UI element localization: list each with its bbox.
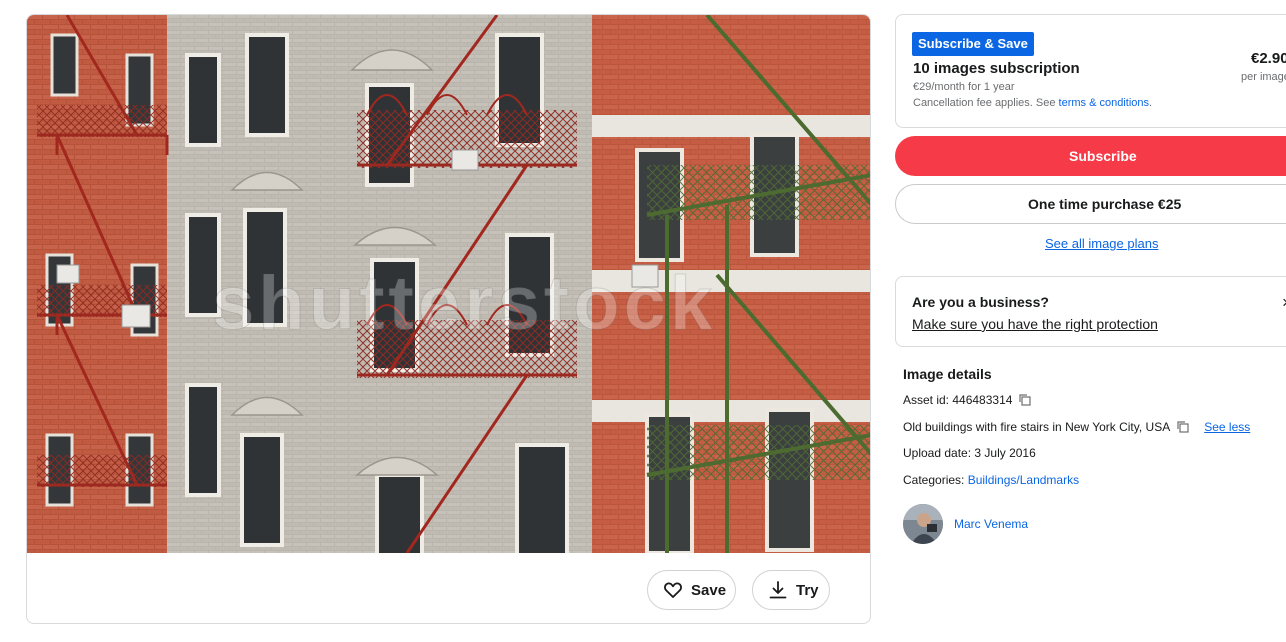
plan-price-unit: per image: [1241, 71, 1286, 83]
contributor[interactable]: Marc Venema: [903, 504, 1028, 544]
business-protection-link[interactable]: Make sure you have the right protection: [912, 316, 1158, 332]
business-title: Are you a business?: [912, 294, 1049, 310]
heart-icon: [664, 582, 682, 598]
plan-subtitle: €29/month for 1 year: [913, 81, 1015, 93]
description-row: Old buildings with fire stairs in New Yo…: [903, 420, 1250, 434]
contributor-name[interactable]: Marc Venema: [954, 517, 1028, 531]
close-icon[interactable]: ×: [1282, 293, 1286, 313]
upload-date-row: Upload date: 3 July 2016: [903, 446, 1036, 460]
plan-price: €2.90: [1251, 50, 1286, 67]
business-protection-card: Are you a business? Make sure you have t…: [895, 276, 1286, 347]
subscription-plan-card[interactable]: Subscribe & Save 10 images subscription …: [895, 14, 1286, 128]
upload-date-value: 3 July 2016: [974, 446, 1036, 460]
try-label: Try: [796, 581, 819, 599]
image-actions: Save Try: [647, 570, 830, 610]
preview-image[interactable]: shutterstock: [27, 15, 870, 553]
save-button[interactable]: Save: [647, 570, 736, 610]
watermark-text: shutterstock: [211, 261, 717, 347]
plan-title: 10 images subscription: [913, 60, 1080, 77]
image-description: Old buildings with fire stairs in New Yo…: [903, 420, 1171, 434]
asset-id-value: 446483314: [952, 393, 1013, 407]
image-detail-page: shutterstock Save Try Subscribe & Save 1…: [0, 0, 1286, 642]
fee-suffix: .: [1149, 97, 1153, 109]
image-card: shutterstock Save Try: [26, 14, 871, 624]
avatar[interactable]: [903, 504, 943, 544]
categories-label: Categories:: [903, 473, 968, 487]
image-details-heading: Image details: [903, 366, 992, 382]
subscribe-save-badge: Subscribe & Save: [912, 32, 1034, 56]
see-less-link[interactable]: See less: [1204, 420, 1250, 434]
save-label: Save: [691, 581, 727, 599]
asset-id-row: Asset id: 446483314: [903, 393, 1032, 407]
cancellation-note: Cancellation fee applies. See terms & co…: [913, 97, 1152, 109]
one-time-purchase-button[interactable]: One time purchase €25: [895, 184, 1286, 224]
category-link[interactable]: Buildings/Landmarks: [968, 473, 1079, 487]
categories-row: Categories: Buildings/Landmarks: [903, 473, 1079, 487]
subscribe-button[interactable]: Subscribe: [895, 136, 1286, 176]
see-all-plans-link[interactable]: See all image plans: [1045, 236, 1158, 251]
download-icon: [769, 581, 787, 599]
terms-link[interactable]: terms & conditions: [1059, 97, 1149, 109]
copy-description-icon[interactable]: [1176, 420, 1190, 434]
asset-id-label: Asset id:: [903, 393, 953, 407]
fee-prefix: Cancellation fee applies. See: [913, 97, 1059, 109]
upload-date-label: Upload date:: [903, 446, 975, 460]
copy-icon[interactable]: [1018, 393, 1032, 407]
try-button[interactable]: Try: [752, 570, 830, 610]
